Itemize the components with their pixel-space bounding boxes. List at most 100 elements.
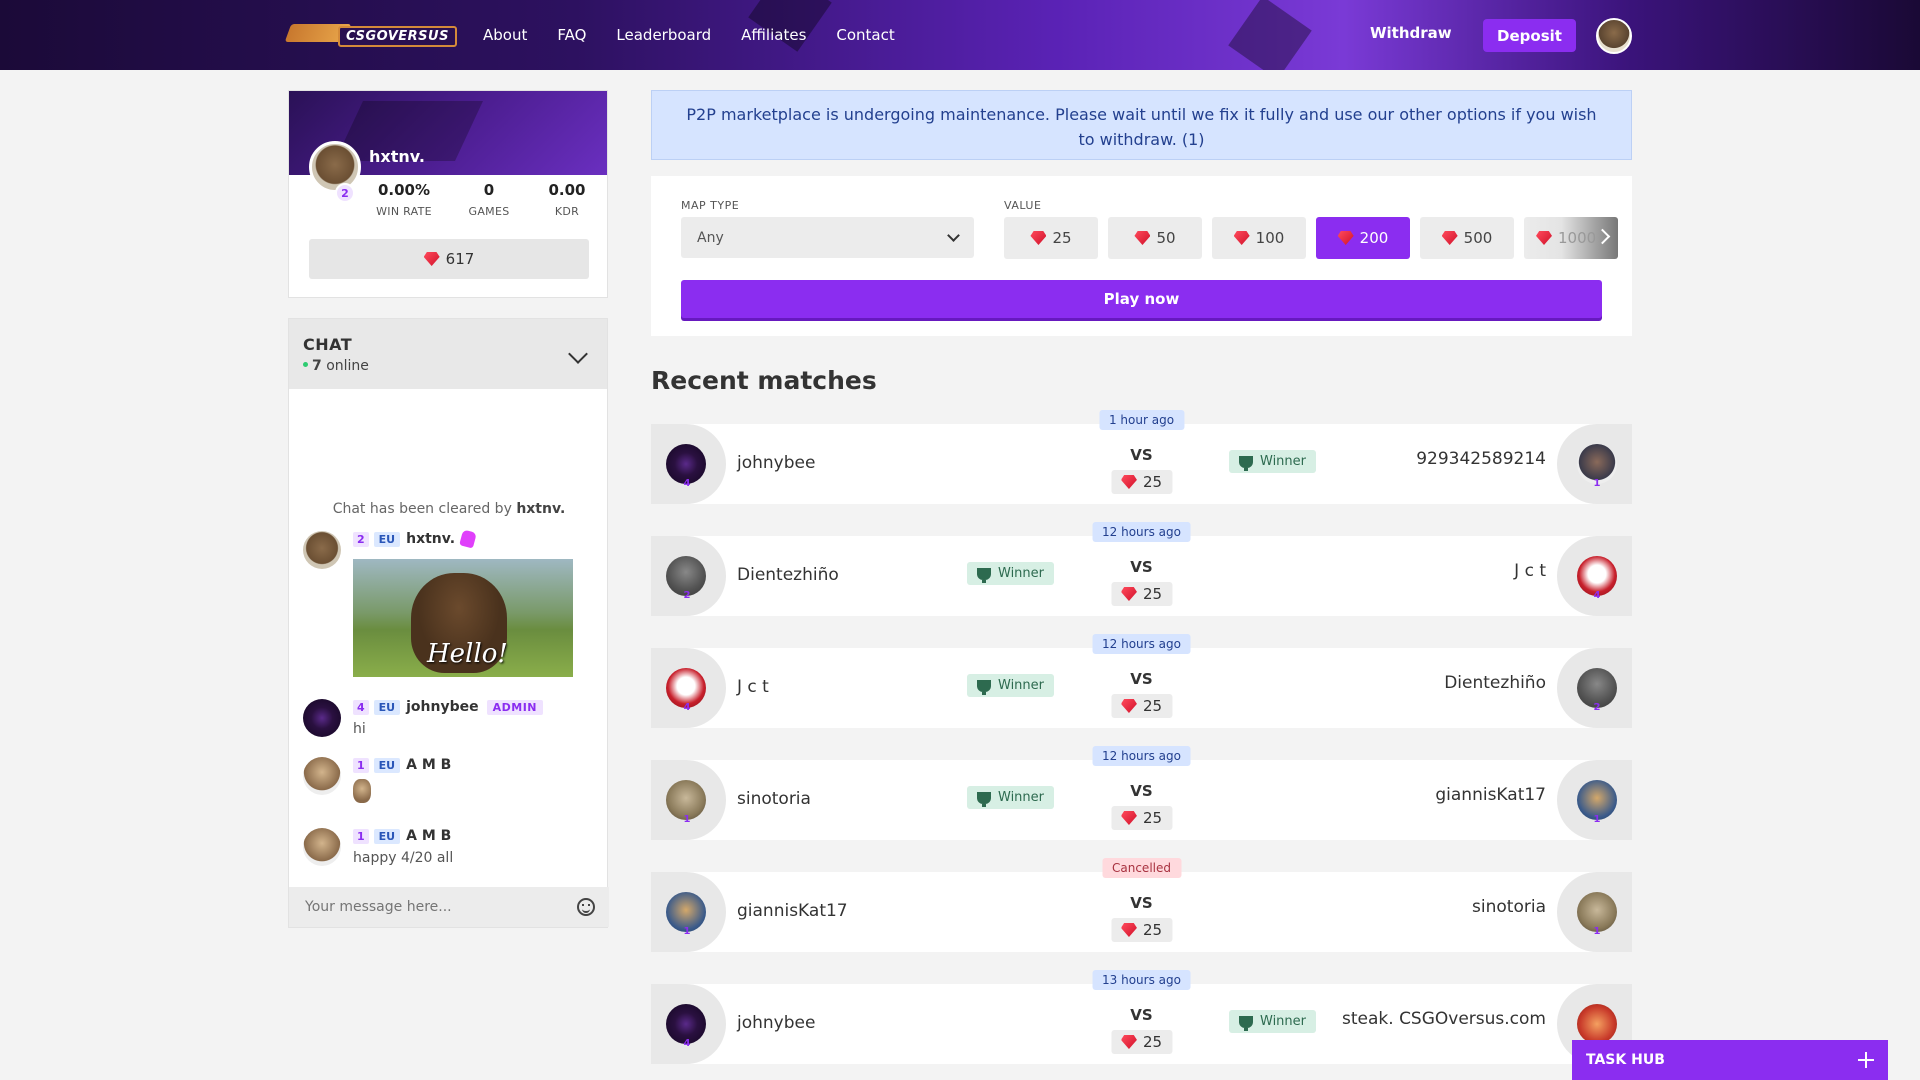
- vs-label: VS: [1130, 894, 1153, 912]
- player-level: 4: [683, 702, 691, 713]
- nav-link-faq[interactable]: FAQ: [557, 26, 586, 44]
- left-player-name[interactable]: Dientezhiño: [737, 565, 839, 585]
- level-tag: 2: [353, 531, 369, 547]
- chat-avatar[interactable]: [303, 828, 341, 866]
- deposit-button[interactable]: Deposit: [1483, 19, 1576, 52]
- chat-message-text: hi: [353, 721, 366, 737]
- chat-message-input[interactable]: [303, 898, 577, 916]
- chat-message: 1 EU A M B: [303, 757, 603, 807]
- chat-header[interactable]: CHAT 7 online: [289, 319, 607, 389]
- user-avatar[interactable]: [1596, 18, 1632, 54]
- right-player-name[interactable]: J c t: [1514, 561, 1546, 581]
- map-type-label: MAP TYPE: [681, 199, 740, 212]
- chevron-right-icon[interactable]: [1594, 228, 1611, 245]
- level-tag: 1: [353, 757, 369, 773]
- balance-value: 617: [445, 250, 475, 268]
- chat-avatar[interactable]: [303, 531, 341, 569]
- chat-username[interactable]: A M B: [406, 828, 451, 844]
- left-player-name[interactable]: J c t: [737, 677, 769, 697]
- value-option-1000[interactable]: 1000: [1524, 217, 1618, 259]
- profile-username: hxtnv.: [369, 147, 425, 166]
- right-player-name[interactable]: steak. CSGOversus.com: [1342, 1009, 1546, 1029]
- chat-cleared-by: hxtnv.: [516, 501, 566, 517]
- right-player-name[interactable]: Dientezhiño: [1444, 673, 1546, 693]
- gem-icon: [1337, 231, 1354, 245]
- online-count: 7: [312, 358, 322, 374]
- match-row[interactable]: Cancelled 1 giannisKat17 VS 25 sinotoria…: [651, 858, 1632, 952]
- nav-link-contact[interactable]: Contact: [836, 26, 894, 44]
- emoji-icon[interactable]: [577, 898, 595, 916]
- online-label: online: [326, 358, 369, 374]
- match-cancelled-badge: Cancelled: [1102, 858, 1181, 878]
- site-logo[interactable]: CSGOVERSUS: [284, 14, 457, 54]
- value-option-500[interactable]: 500: [1420, 217, 1514, 259]
- nav-link-about[interactable]: About: [483, 26, 527, 44]
- balance-display[interactable]: 617: [309, 239, 589, 279]
- online-dot-icon: [303, 362, 308, 367]
- right-player-name[interactable]: giannisKat17: [1435, 785, 1546, 805]
- chat-username[interactable]: hxtnv.: [406, 531, 455, 547]
- left-player-name[interactable]: sinotoria: [737, 789, 811, 809]
- value-option-label: 50: [1156, 229, 1176, 247]
- chat-username[interactable]: johnybee: [406, 699, 479, 715]
- value-option-50[interactable]: 50: [1108, 217, 1202, 259]
- stake-value: 25: [1142, 585, 1163, 603]
- gem-icon: [1030, 231, 1047, 245]
- left-player-cap: 4: [651, 984, 726, 1064]
- value-option-label: 25: [1052, 229, 1072, 247]
- nav-link-leaderboard[interactable]: Leaderboard: [616, 26, 711, 44]
- gem-icon: [1134, 231, 1151, 245]
- gem-icon: [1536, 231, 1552, 245]
- task-hub-bar[interactable]: TASK HUB: [1572, 1040, 1888, 1080]
- value-option-label: 200: [1359, 229, 1389, 247]
- chat-cleared-text: Chat has been cleared by: [332, 501, 512, 517]
- player-level: 1: [1593, 814, 1601, 825]
- winner-badge: Winner: [967, 562, 1055, 585]
- match-stake: 25: [1110, 806, 1173, 830]
- left-player-name[interactable]: johnybee: [737, 453, 815, 473]
- region-tag: EU: [373, 828, 401, 844]
- value-label: VALUE: [1004, 199, 1042, 212]
- right-player-name[interactable]: 929342589214: [1416, 449, 1546, 469]
- right-player-name[interactable]: sinotoria: [1472, 897, 1546, 917]
- winner-label: Winner: [998, 790, 1045, 805]
- player-level: 1: [683, 814, 691, 825]
- value-option-200[interactable]: 200: [1316, 217, 1410, 259]
- left-player-name[interactable]: giannisKat17: [737, 901, 848, 921]
- nav-link-affiliates[interactable]: Affiliates: [741, 26, 806, 44]
- match-time-badge: 12 hours ago: [1092, 634, 1191, 654]
- chat-message-header: 2 EU hxtnv.: [353, 529, 477, 549]
- profile-stats: 0.00% WIN RATE 0 GAMES 0.00 KDR: [369, 181, 617, 218]
- winner-label: Winner: [1260, 454, 1307, 469]
- map-type-select[interactable]: Any: [681, 217, 974, 258]
- vs-label: VS: [1130, 670, 1153, 688]
- match-row[interactable]: 12 hours ago 1 sinotoria Winner VS 25 gi…: [651, 746, 1632, 840]
- withdraw-link[interactable]: Withdraw: [1370, 24, 1452, 42]
- stake-value: 25: [1142, 921, 1163, 939]
- collapse-icon[interactable]: [1858, 1052, 1874, 1068]
- kdr-label: KDR: [554, 205, 580, 218]
- top-navbar: CSGOVERSUS About FAQ Leaderboard Affilia…: [0, 0, 1920, 70]
- play-now-button[interactable]: Play now: [681, 280, 1602, 318]
- chat-online-status: 7 online: [303, 358, 593, 374]
- player-level: 2: [1593, 702, 1601, 713]
- winner-label: Winner: [1260, 1014, 1307, 1029]
- chat-message: 2 EU hxtnv. Hello!: [303, 529, 603, 681]
- value-option-label: 1000: [1558, 229, 1597, 247]
- profile-level-badge: 2: [335, 183, 355, 203]
- match-row[interactable]: 12 hours ago 2 Dientezhiño Winner VS 25 …: [651, 522, 1632, 616]
- match-row[interactable]: 13 hours ago 4 johnybee VS 25 Winner ste…: [651, 970, 1632, 1064]
- chat-avatar[interactable]: [303, 757, 341, 795]
- vs-label: VS: [1130, 558, 1153, 576]
- left-player-name[interactable]: johnybee: [737, 1013, 815, 1033]
- value-option-25[interactable]: 25: [1004, 217, 1098, 259]
- value-option-100[interactable]: 100: [1212, 217, 1306, 259]
- chat-username[interactable]: A M B: [406, 757, 451, 773]
- right-player-cap: 1: [1557, 424, 1632, 504]
- match-time-badge: 12 hours ago: [1092, 746, 1191, 766]
- match-row[interactable]: 12 hours ago 4 J c t Winner VS 25 Diente…: [651, 634, 1632, 728]
- profile-avatar[interactable]: [309, 141, 361, 193]
- winner-label: Winner: [998, 566, 1045, 581]
- chat-avatar[interactable]: [303, 699, 341, 737]
- match-row[interactable]: 1 hour ago 4 johnybee VS 25 Winner 92934…: [651, 410, 1632, 504]
